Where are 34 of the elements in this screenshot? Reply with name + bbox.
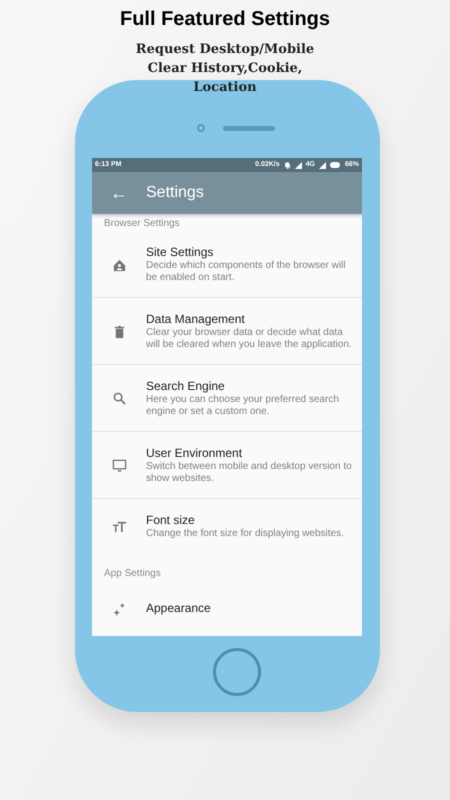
battery-icon (330, 162, 341, 168)
item-title: User Environment (146, 445, 244, 461)
item-title: Search Engine (146, 378, 226, 394)
settings-item[interactable]: Search Engine Here you can choose your preferred search engine or set a custom one. (92, 365, 362, 432)
home-button[interactable] (213, 648, 261, 696)
subtitle-line: Clear History,Cookie, (148, 60, 302, 78)
section-header: App Settings (103, 567, 162, 581)
settings-item[interactable]: Appearance (92, 587, 362, 629)
sparkle-icon (112, 600, 126, 616)
subtitle-line: Location (193, 79, 257, 97)
item-description: Change the font size for displaying websites. (146, 528, 344, 540)
settings-item[interactable]: Data Management Clear your browser data or decide what data will be cleared when you leave the application. (92, 298, 362, 365)
item-title: Font size (146, 512, 196, 528)
item-title: Appearance (146, 600, 211, 616)
muted-bell-icon (284, 162, 291, 168)
section-header: Browser Settings (103, 217, 181, 231)
settings-item[interactable]: Font size Change the font size for displaying websites. (92, 499, 362, 553)
item-description: Clear your browser data or decide what data will be cleared when you leave the application. (146, 327, 353, 351)
speaker-grille (222, 126, 274, 130)
item-description: Here you can choose your preferred search engine or set a custom one. (146, 394, 340, 418)
settings-item[interactable]: Site Settings Decide which components of the browser will be enabled on start. (92, 231, 362, 298)
search-icon (112, 390, 126, 406)
subtitle-line: Request Desktop/Mobile (136, 41, 314, 59)
item-description: Decide which components of the browser will be enabled on start. (146, 260, 347, 284)
camera-icon (196, 124, 204, 132)
item-title: Data Management (146, 311, 246, 327)
toolbar-title: Settings (146, 183, 204, 203)
item-description: Switch between mobile and desktop version to show websites. (146, 461, 353, 485)
item-title: Site Settings (146, 244, 214, 260)
headline: Full Featured Settings (120, 7, 330, 32)
signal-icon (294, 162, 302, 168)
settings-item[interactable]: User Environment Switch between mobile and desktop version to show websites. (92, 432, 362, 499)
monitor-icon (112, 458, 126, 472)
signal-icon (318, 162, 326, 168)
